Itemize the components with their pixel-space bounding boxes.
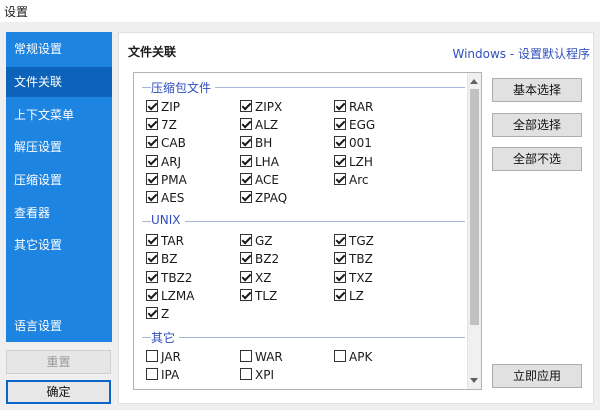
checkbox-label: TGZ xyxy=(349,234,374,249)
checkbox-checked-icon[interactable] xyxy=(240,172,252,185)
checkbox-checked-icon[interactable] xyxy=(146,136,158,149)
sidebar-item-compress[interactable]: 压缩设置 xyxy=(6,165,112,195)
checkbox-label: PMA xyxy=(161,172,187,187)
sidebar-item-context-menu[interactable]: 上下文菜单 xyxy=(6,100,112,130)
checkbox-label: LZMA xyxy=(161,288,195,303)
checkbox-checked-icon[interactable] xyxy=(334,136,346,149)
basic-select-button[interactable]: 基本选择 xyxy=(492,78,582,102)
checkbox-label: TLZ xyxy=(255,288,278,303)
checkbox-checked-icon[interactable] xyxy=(240,154,252,167)
sidebar-item-other[interactable]: 其它设置 xyxy=(6,230,112,260)
checkbox-label: JAR xyxy=(161,350,181,365)
checkbox-checked-icon[interactable] xyxy=(146,100,158,112)
vertical-scrollbar[interactable] xyxy=(467,73,481,389)
group-header: 其它 xyxy=(151,329,180,347)
sidebar: 常规设置 文件关联 上下文菜单 解压设置 压缩设置 查看器 其它设置 语言设置 xyxy=(6,32,112,342)
checkbox-label: TBZ xyxy=(349,252,373,267)
checkbox-checked-icon[interactable] xyxy=(146,154,158,167)
checkbox-label: ZPAQ xyxy=(255,191,288,205)
checkbox-checked-icon[interactable] xyxy=(334,234,346,247)
checkbox-label: CAB xyxy=(161,136,186,151)
select-all-button[interactable]: 全部选择 xyxy=(492,113,582,137)
checkbox-label: WAR xyxy=(255,350,283,365)
checkbox-label: XPI xyxy=(255,368,274,383)
checkbox-label: ACE xyxy=(255,172,279,187)
checkbox-checked-icon[interactable] xyxy=(240,136,252,149)
checkbox-checked-icon[interactable] xyxy=(146,307,158,319)
page-title: 文件关联 xyxy=(128,45,177,59)
checkbox-label: ARJ xyxy=(161,154,182,169)
checkbox-checked-icon[interactable] xyxy=(240,270,252,283)
checkbox-checked-icon[interactable] xyxy=(146,288,158,301)
checkbox-label: TXZ xyxy=(349,270,373,285)
scroll-down-icon[interactable] xyxy=(470,378,478,383)
apply-now-button[interactable]: 立即应用 xyxy=(492,364,582,388)
checkbox-checked-icon[interactable] xyxy=(334,288,346,301)
checkbox-checked-icon[interactable] xyxy=(334,252,346,265)
checkbox-label: ZIP xyxy=(161,100,180,114)
checkbox-label: 7Z xyxy=(161,118,177,133)
checkbox-checked-icon[interactable] xyxy=(240,288,252,301)
group-divider xyxy=(142,221,465,223)
select-none-button[interactable]: 全部不选 xyxy=(492,147,582,171)
checkbox-label: LHA xyxy=(255,154,279,169)
checkbox-unchecked-icon[interactable] xyxy=(146,368,158,381)
checkbox-checked-icon[interactable] xyxy=(146,191,158,203)
group-header: 压缩包文件 xyxy=(151,79,216,96)
windows-default-programs-link[interactable]: Windows - 设置默认程序 xyxy=(452,45,590,62)
checkbox-label: GZ xyxy=(255,234,273,249)
checkbox-unchecked-icon[interactable] xyxy=(240,368,252,381)
checkbox-checked-icon[interactable] xyxy=(334,172,346,185)
checkbox-label: BH xyxy=(255,136,273,151)
checkbox-label: Z xyxy=(161,307,170,321)
checkbox-label: BZ xyxy=(161,252,178,267)
checkbox-checked-icon[interactable] xyxy=(146,270,158,283)
checkbox-label: BZ2 xyxy=(255,252,280,267)
checkbox-label: RAR xyxy=(349,100,374,114)
checkbox-label: ALZ xyxy=(255,118,279,133)
checkbox-unchecked-icon[interactable] xyxy=(240,350,252,363)
checkbox-checked-icon[interactable] xyxy=(146,172,158,185)
sidebar-item-extract[interactable]: 解压设置 xyxy=(6,132,112,162)
checkbox-unchecked-icon[interactable] xyxy=(146,350,158,363)
file-type-list[interactable]: 压缩包文件 ZIP ZIPX RAR 7Z ALZ EGG CAB BH 001 ARJ LHA LZH… xyxy=(133,72,482,390)
checkbox-label: XZ xyxy=(255,270,272,285)
checkbox-checked-icon[interactable] xyxy=(146,252,158,265)
checkbox-checked-icon[interactable] xyxy=(240,234,252,247)
checkbox-label: Arc xyxy=(349,172,369,187)
ok-button[interactable]: 确定 xyxy=(6,380,111,404)
group-header: UNIX xyxy=(151,213,185,228)
sidebar-item-viewer[interactable]: 查看器 xyxy=(6,198,112,228)
checkbox-label: AES xyxy=(161,191,185,205)
scroll-up-icon[interactable] xyxy=(470,79,478,84)
checkbox-checked-icon[interactable] xyxy=(334,118,346,131)
checkbox-label: TBZ2 xyxy=(161,270,193,285)
checkbox-checked-icon[interactable] xyxy=(334,154,346,167)
sidebar-item-general[interactable]: 常规设置 xyxy=(6,34,112,64)
checkbox-label: ZIPX xyxy=(255,100,283,114)
checkbox-label: 001 xyxy=(349,136,372,151)
group-divider xyxy=(142,337,465,339)
checkbox-label: LZH xyxy=(349,154,373,169)
checkbox-label: APK xyxy=(349,350,373,365)
window-title: 设置 xyxy=(4,5,29,19)
scrollbar-thumb[interactable] xyxy=(470,89,479,325)
checkbox-label: TAR xyxy=(161,234,184,249)
checkbox-checked-icon[interactable] xyxy=(146,234,158,247)
checkbox-checked-icon[interactable] xyxy=(146,118,158,131)
checkbox-checked-icon[interactable] xyxy=(240,191,252,203)
checkbox-checked-icon[interactable] xyxy=(240,118,252,131)
checkbox-label: IPA xyxy=(161,368,180,383)
sidebar-item-file-association[interactable]: 文件关联 xyxy=(6,67,112,97)
checkbox-checked-icon[interactable] xyxy=(240,252,252,265)
reset-button[interactable]: 重置 xyxy=(6,350,111,374)
checkbox-label: LZ xyxy=(349,288,364,303)
checkbox-checked-icon[interactable] xyxy=(334,270,346,283)
checkbox-checked-icon[interactable] xyxy=(240,100,252,112)
checkbox-checked-icon[interactable] xyxy=(334,100,346,112)
checkbox-label: EGG xyxy=(349,118,376,133)
sidebar-item-language[interactable]: 语言设置 xyxy=(6,311,112,341)
checkbox-unchecked-icon[interactable] xyxy=(334,350,346,363)
